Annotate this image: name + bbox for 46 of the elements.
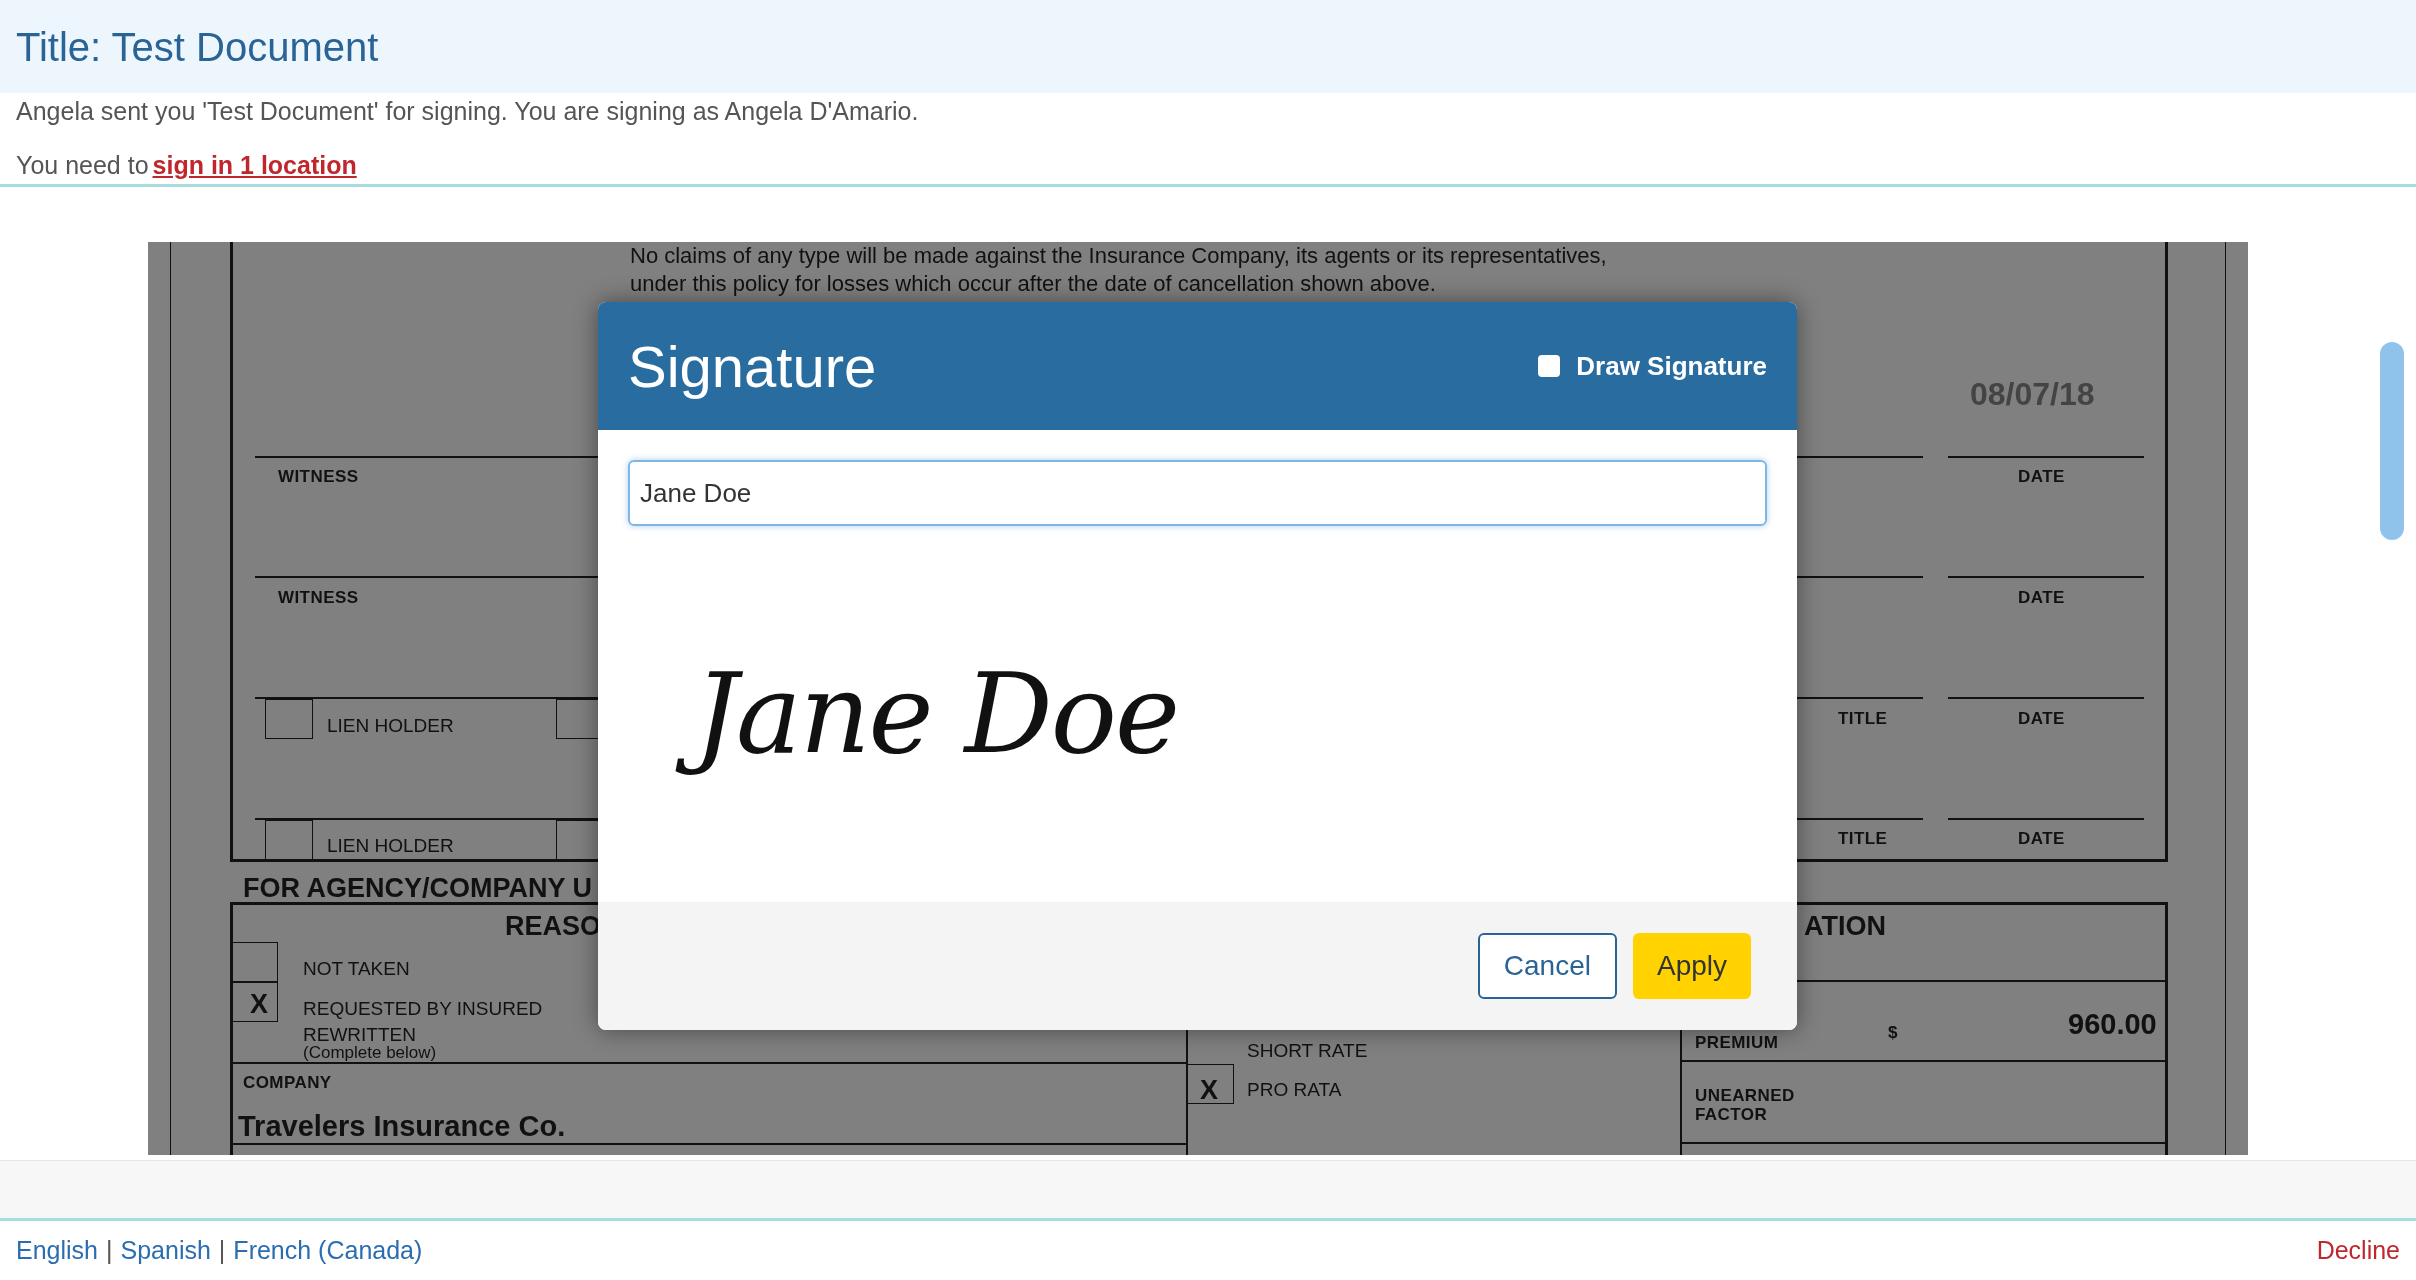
form-label: LIEN HOLDER <box>327 714 454 738</box>
form-label: TITLE <box>1838 708 1888 730</box>
name-input-field[interactable]: Jane Doe <box>628 460 1767 526</box>
sign-location-link[interactable]: sign in 1 location <box>152 146 357 184</box>
language-link[interactable]: English <box>16 1231 98 1270</box>
form-label: FACTOR <box>1695 1104 1768 1126</box>
language-link[interactable]: Spanish <box>120 1231 211 1270</box>
form-label: DATE <box>2018 828 2065 850</box>
form-heading: ATION <box>1804 910 1886 943</box>
separator: | <box>218 1234 226 1266</box>
separator: | <box>106 1234 113 1266</box>
form-label: SHORT RATE <box>1247 1039 1368 1063</box>
form-label: UNEARNED <box>1695 1085 1795 1107</box>
form-label: PRO RATA <box>1247 1078 1342 1102</box>
form-label: NOT TAKEN <box>303 957 410 981</box>
form-value: 960.00 <box>2068 1007 2157 1042</box>
form-label: DATE <box>2018 587 2065 609</box>
decline-link[interactable]: Decline <box>2316 1231 2400 1270</box>
form-label: DATE <box>2018 708 2065 730</box>
dialog-title: Signature <box>628 332 877 401</box>
signing-message: Angela sent you 'Test Document' for signing. You are signing as Angela D'Amario. <box>16 96 920 127</box>
form-label: WITNESS <box>278 587 359 609</box>
form-label: REQUESTED BY INSURED <box>303 997 543 1021</box>
instruction-text: You need to <box>16 149 149 181</box>
form-value: Travelers Insurance Co. <box>238 1109 566 1144</box>
form-label: LIEN HOLDER <box>327 834 454 858</box>
apply-button[interactable]: Apply <box>1632 933 1751 999</box>
form-label: PREMIUM <box>1695 1032 1779 1054</box>
language-link[interactable]: French (Canada) <box>233 1231 423 1270</box>
cancel-button[interactable]: Cancel <box>1477 933 1617 999</box>
page-title: Title: Test Document <box>16 23 379 71</box>
form-label: TITLE <box>1838 828 1888 850</box>
form-heading: FOR AGENCY/COMPANY U <box>243 872 593 905</box>
check-mark: X <box>1200 1074 1218 1107</box>
form-label: DATE <box>2018 466 2065 488</box>
document-text: under this policy for losses which occur after the date of cancellation shown above. <box>630 270 1436 298</box>
check-mark: X <box>250 988 268 1021</box>
form-label: WITNESS <box>278 466 359 488</box>
draw-signature-label: Draw Signature <box>1576 349 1767 383</box>
draw-signature-checkbox[interactable] <box>1538 355 1561 377</box>
scrollbar-thumb[interactable] <box>2380 342 2404 540</box>
form-label: $ <box>1888 1022 1898 1044</box>
date-value: 08/07/18 <box>1970 375 2095 414</box>
form-heading: REASO <box>505 910 602 943</box>
form-label: COMPANY <box>243 1072 332 1094</box>
document-text: No claims of any type will be made against the Insurance Company, its agents or its representatives, <box>630 242 1607 270</box>
